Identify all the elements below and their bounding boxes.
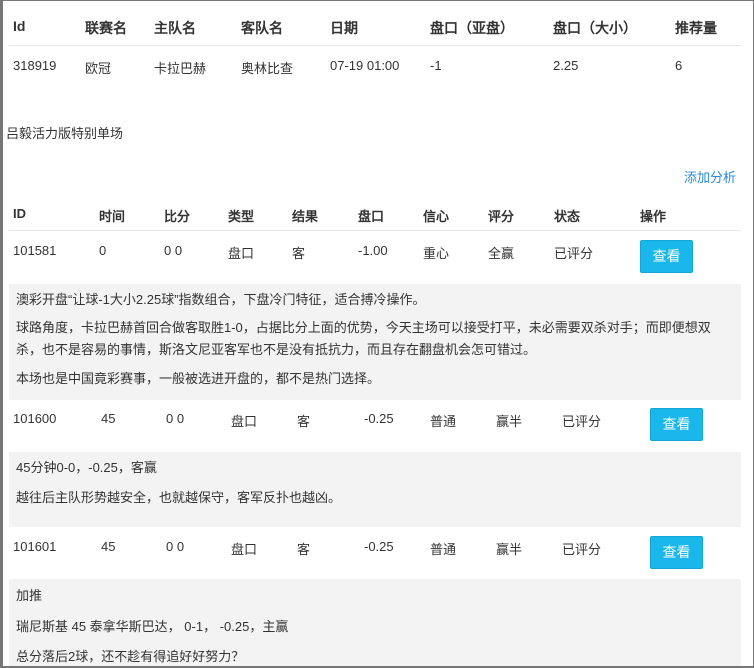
match-away-team: 奥林比查: [241, 61, 294, 76]
match-header-asian-line: 盘口（亚盘）: [430, 20, 514, 36]
analysis-id: 101600: [13, 411, 57, 426]
analysis-header-confidence: 信心: [423, 209, 450, 224]
analysis-rating: 赢半: [496, 414, 523, 429]
match-header-id: Id: [13, 18, 26, 34]
analysis-note-line: 澳彩开盘“让球-1大小2.25球”指数组合，下盘冷门特征，适合搏冷操作。: [16, 292, 426, 307]
analysis-note-line: 45分钟0-0，-0.25，客赢: [16, 460, 157, 475]
analysis-note: 澳彩开盘“让球-1大小2.25球”指数组合，下盘冷门特征，适合搏冷操作。 球路角…: [9, 284, 741, 400]
analysis-rating: 赢半: [496, 542, 523, 557]
analysis-result: 客: [297, 414, 311, 429]
analysis-note-line: 瑞尼斯基 45 泰拿华斯巴达， 0-1， -0.25，主赢: [16, 619, 289, 634]
match-header-date: 日期: [330, 20, 358, 36]
analysis-status: 已评分: [562, 542, 602, 557]
match-header-total-line: 盘口（大小）: [553, 20, 637, 36]
match-league: 欧冠: [85, 61, 112, 76]
analysis-header-status: 状态: [554, 209, 581, 224]
match-header-recommend: 推荐量: [675, 20, 717, 36]
analysis-header-line: 盘口: [358, 209, 385, 224]
analysis-score: 0 0: [164, 243, 183, 258]
analysis-line: -0.25: [364, 539, 394, 554]
analysis-note-line: 本场也是中国竟彩赛事，一般被选进开盘的，都不是热门选择。: [16, 371, 381, 386]
analysis-result: 客: [297, 542, 311, 557]
match-asian-line: -1: [430, 58, 442, 73]
analysis-type: 盘口: [231, 414, 258, 429]
analysis-note-line: 总分落后2球，还不趁有得追好好努力？: [16, 649, 245, 664]
view-button[interactable]: 查看: [640, 240, 693, 273]
match-header-away: 客队名: [241, 20, 283, 36]
analysis-result: 客: [292, 246, 306, 261]
view-button[interactable]: 查看: [650, 536, 703, 569]
add-analysis-link[interactable]: 添加分析: [684, 167, 736, 186]
analysis-time: 45: [101, 539, 116, 554]
analysis-header-result: 结果: [292, 209, 319, 224]
analysis-id: 101601: [13, 539, 57, 554]
analysis-line: -1.00: [358, 243, 388, 258]
match-home-team: 卡拉巴赫: [154, 61, 207, 76]
analysis-time: 0: [99, 243, 107, 258]
analysis-header-action: 操作: [640, 209, 667, 224]
match-header-league: 联赛名: [85, 20, 127, 36]
analysis-note-line: 球路角度，卡拉巴赫首回合做客取胜1-0，占据比分上面的优势，今天主场可以接受打平…: [16, 320, 711, 357]
analysis-note: 45分钟0-0，-0.25，客赢 越往后主队形势越安全，也就越保守，客军反扑也越…: [9, 452, 741, 527]
analysis-header-rating: 评分: [488, 209, 515, 224]
match-id: 318919: [13, 58, 57, 73]
analysis-header-score: 比分: [164, 209, 191, 224]
analysis-confidence: 重心: [423, 246, 450, 261]
analysis-note: 加推 瑞尼斯基 45 泰拿华斯巴达， 0-1， -0.25，主赢 总分落后2球，…: [9, 579, 741, 666]
analysis-status: 已评分: [554, 246, 594, 261]
analysis-type: 盘口: [228, 246, 255, 261]
divider: [9, 45, 741, 46]
match-recommend-count: 6: [675, 58, 683, 73]
divider: [9, 230, 741, 231]
analysis-confidence: 普通: [430, 414, 457, 429]
match-header-home: 主队名: [154, 20, 196, 36]
analysis-score: 0 0: [166, 411, 185, 426]
analysis-confidence: 普通: [430, 542, 457, 557]
analysis-note-line: 越往后主队形势越安全，也就越保守，客军反扑也越凶。: [16, 490, 342, 505]
analysis-id: 101581: [13, 243, 57, 258]
analysis-header-time: 时间: [99, 209, 126, 224]
analysis-status: 已评分: [562, 414, 602, 429]
analysis-note-line: 加推: [16, 588, 43, 603]
analysis-rating: 全赢: [488, 246, 515, 261]
analysis-time: 45: [101, 411, 116, 426]
match-date: 07-19 01:00: [330, 58, 400, 73]
page-frame: Id 联赛名 主队名 客队名 日期 盘口（亚盘） 盘口（大小） 推荐量 3189…: [0, 0, 754, 668]
section-title: 吕毅活力版特别单场: [6, 126, 124, 141]
analysis-header-id: ID: [13, 206, 26, 221]
match-total-line: 2.25: [553, 58, 579, 73]
analysis-header-type: 类型: [228, 209, 255, 224]
analysis-score: 0 0: [166, 539, 185, 554]
analysis-type: 盘口: [231, 542, 258, 557]
view-button[interactable]: 查看: [650, 408, 703, 441]
analysis-line: -0.25: [364, 411, 394, 426]
